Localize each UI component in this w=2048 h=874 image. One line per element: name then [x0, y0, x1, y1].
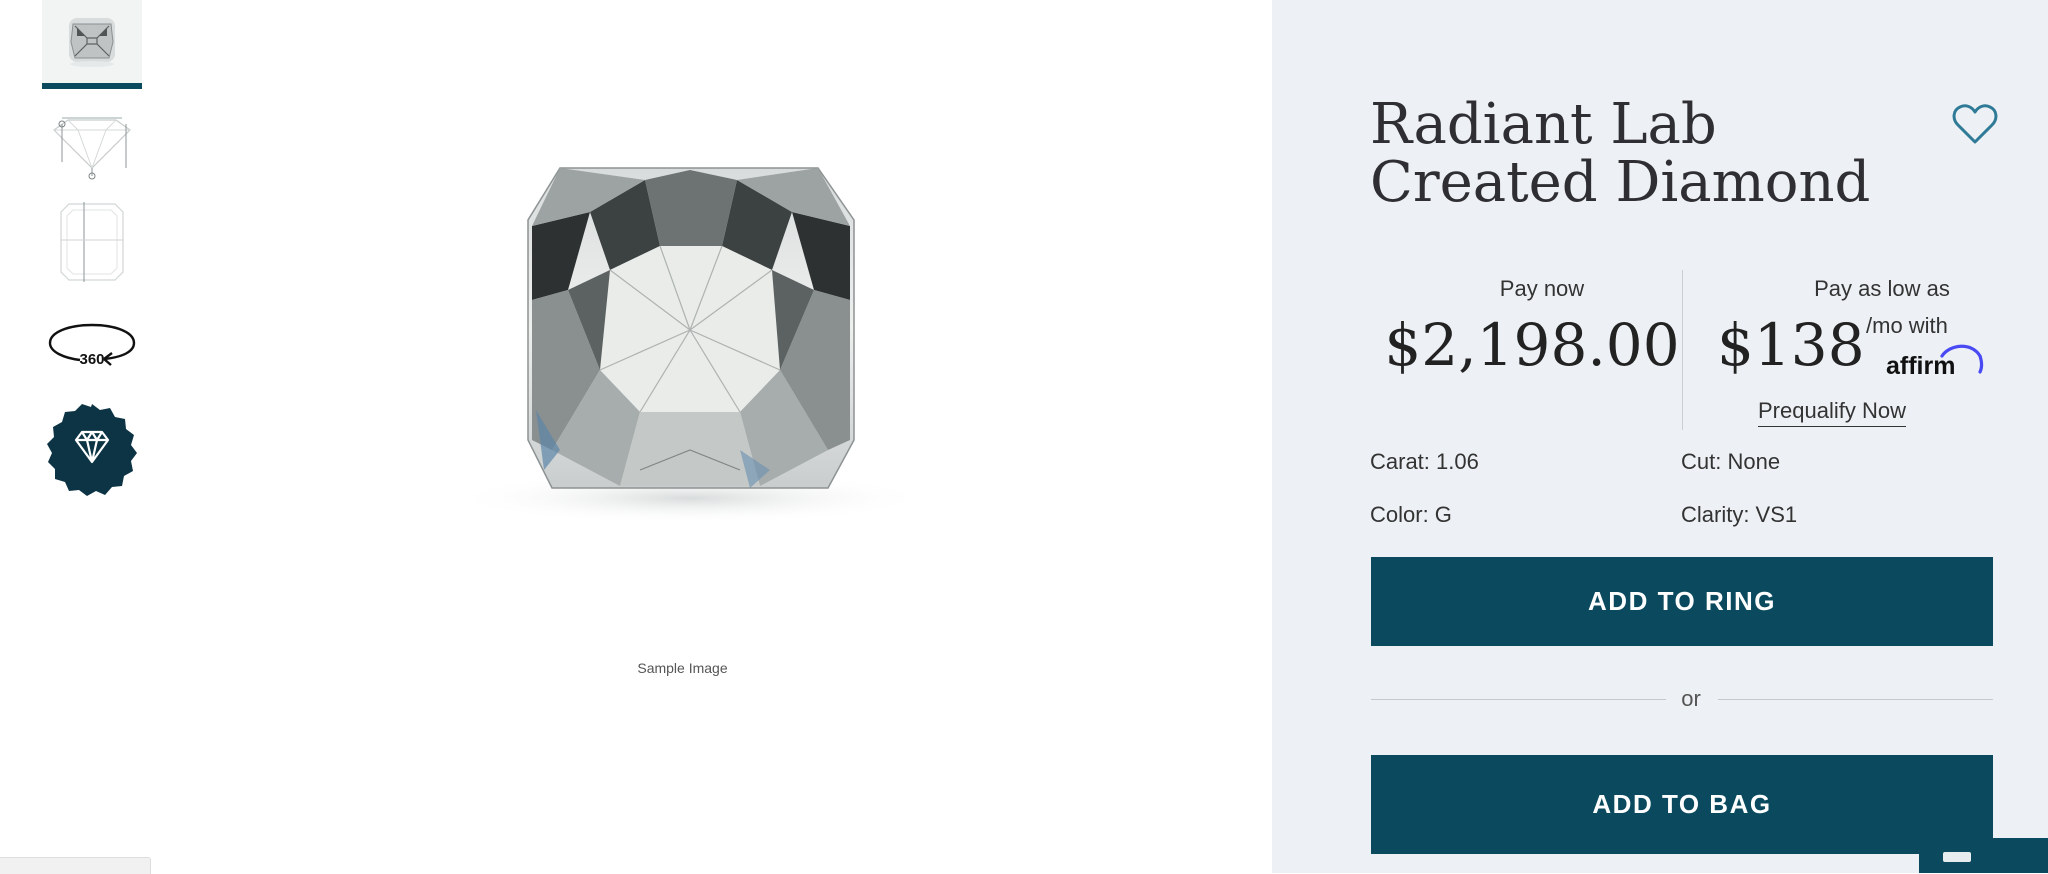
pay-low-label: Pay as low as: [1814, 276, 1950, 301]
product-title: Radiant Lab Created Diamond: [1370, 92, 1871, 215]
or-separator: or: [1371, 686, 1993, 712]
thumbnail-side-profile[interactable]: [42, 104, 142, 188]
diamond-outline-diagram-icon: [60, 202, 124, 282]
thumbnail-360-view[interactable]: 360: [42, 305, 142, 385]
thumbnail-top-outline[interactable]: [42, 200, 142, 284]
add-to-ring-button[interactable]: ADD TO RING: [1371, 557, 1993, 646]
affirm-logo-text: affirm: [1886, 352, 1955, 380]
pay-now-label: Pay now: [1499, 276, 1585, 301]
rotate-360-icon: 360: [48, 323, 136, 368]
main-diamond-image: [440, 150, 940, 540]
heart-outline-icon: [1952, 104, 1998, 144]
chat-widget-tab[interactable]: [1919, 838, 2048, 873]
pay-now-price: $2,198.00: [1384, 311, 1680, 379]
prequalify-link[interactable]: Prequalify Now: [1758, 398, 1906, 427]
spec-clarity: Clarity: VS1: [1681, 502, 1798, 527]
thumbnail-diamond-photo[interactable]: [42, 0, 142, 83]
chat-tab-label-glyph: [1943, 852, 1971, 862]
spec-cut: Cut: None: [1681, 449, 1781, 474]
spec-carat: Carat: 1.06: [1370, 449, 1479, 474]
diamond-photo-icon: [69, 17, 115, 67]
favorite-button[interactable]: [1952, 102, 1998, 146]
sample-image-caption: Sample Image: [637, 660, 728, 676]
monthly-suffix: /mo with: [1866, 313, 1948, 338]
diamond-badge-icon: [47, 404, 137, 496]
add-to-bag-button[interactable]: ADD TO BAG: [1371, 755, 1993, 854]
spec-color: Color: G: [1370, 502, 1452, 527]
product-details-panel: Radiant Lab Created Diamond Pay now $2,1…: [1272, 0, 2048, 873]
affirm-logo: affirm: [1872, 340, 2002, 380]
separator-line-left: [1371, 699, 1666, 700]
separator-line-right: [1718, 699, 1993, 700]
bottom-left-tab[interactable]: [0, 857, 151, 874]
active-thumbnail-indicator: [42, 83, 142, 89]
pricing-divider: [1682, 270, 1683, 430]
diamond-profile-diagram-icon: [53, 117, 131, 180]
rotate-360-label: 360: [79, 351, 104, 368]
monthly-price: $138: [1717, 311, 1865, 379]
thumbnail-diamond-badge[interactable]: [42, 400, 142, 500]
or-text: or: [1681, 686, 1701, 711]
